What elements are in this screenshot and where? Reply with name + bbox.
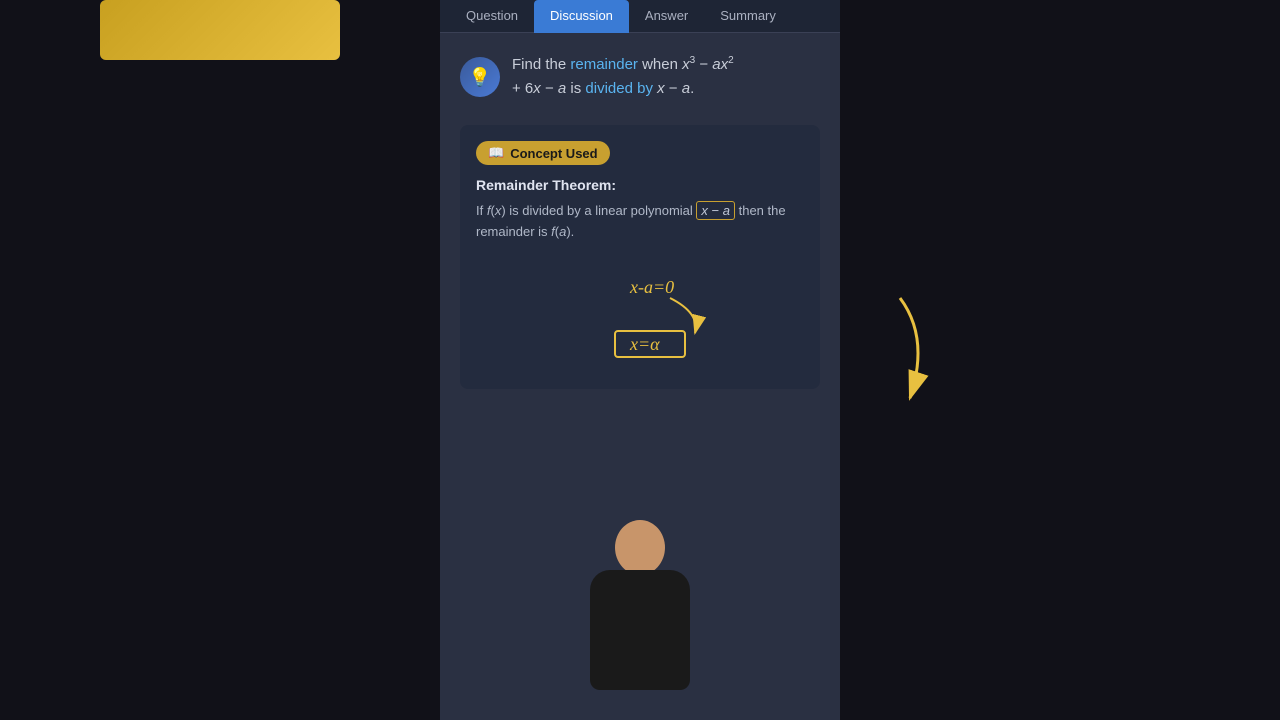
boxed-expression: x − a (696, 201, 735, 220)
concept-header: 📖 Concept Used (476, 141, 804, 165)
person-head (615, 520, 665, 575)
tab-discussion[interactable]: Discussion (534, 0, 629, 33)
tab-bar: Question Discussion Answer Summary (440, 0, 840, 33)
tab-summary[interactable]: Summary (704, 0, 792, 33)
person-body (590, 570, 690, 690)
concept-section: 📖 Concept Used Remainder Theorem: If f(x… (460, 125, 820, 389)
tab-answer[interactable]: Answer (629, 0, 704, 33)
book-icon: 📖 (488, 145, 504, 161)
center-panel: Question Discussion Answer Summary 💡 Fin… (440, 0, 840, 720)
left-panel (0, 0, 440, 720)
highlight-remainder: remainder (570, 56, 638, 73)
presenter-container (560, 520, 720, 720)
concept-label: Concept Used (510, 146, 597, 161)
theorem-title: Remainder Theorem: (476, 177, 804, 193)
right-panel (840, 0, 1280, 720)
arrow-decoration (870, 288, 950, 408)
diagram-area: x-a=0 x=α (476, 243, 804, 373)
concept-badge: 📖 Concept Used (476, 141, 610, 165)
tab-question[interactable]: Question (450, 0, 534, 33)
question-icon: 💡 (460, 57, 500, 97)
question-text: Find the remainder when x3 − ax2 + 6x − … (512, 53, 734, 101)
theorem-text: If f(x) is divided by a linear polynomia… (476, 201, 804, 243)
diagram-svg: x-a=0 x=α (540, 263, 740, 363)
thumbnail-decoration (100, 0, 340, 60)
svg-text:x-a=0: x-a=0 (629, 277, 674, 297)
highlight-divided-by: divided by (585, 80, 653, 97)
question-block: 💡 Find the remainder when x3 − ax2 + 6x … (460, 53, 820, 101)
svg-text:x=α: x=α (629, 334, 660, 354)
